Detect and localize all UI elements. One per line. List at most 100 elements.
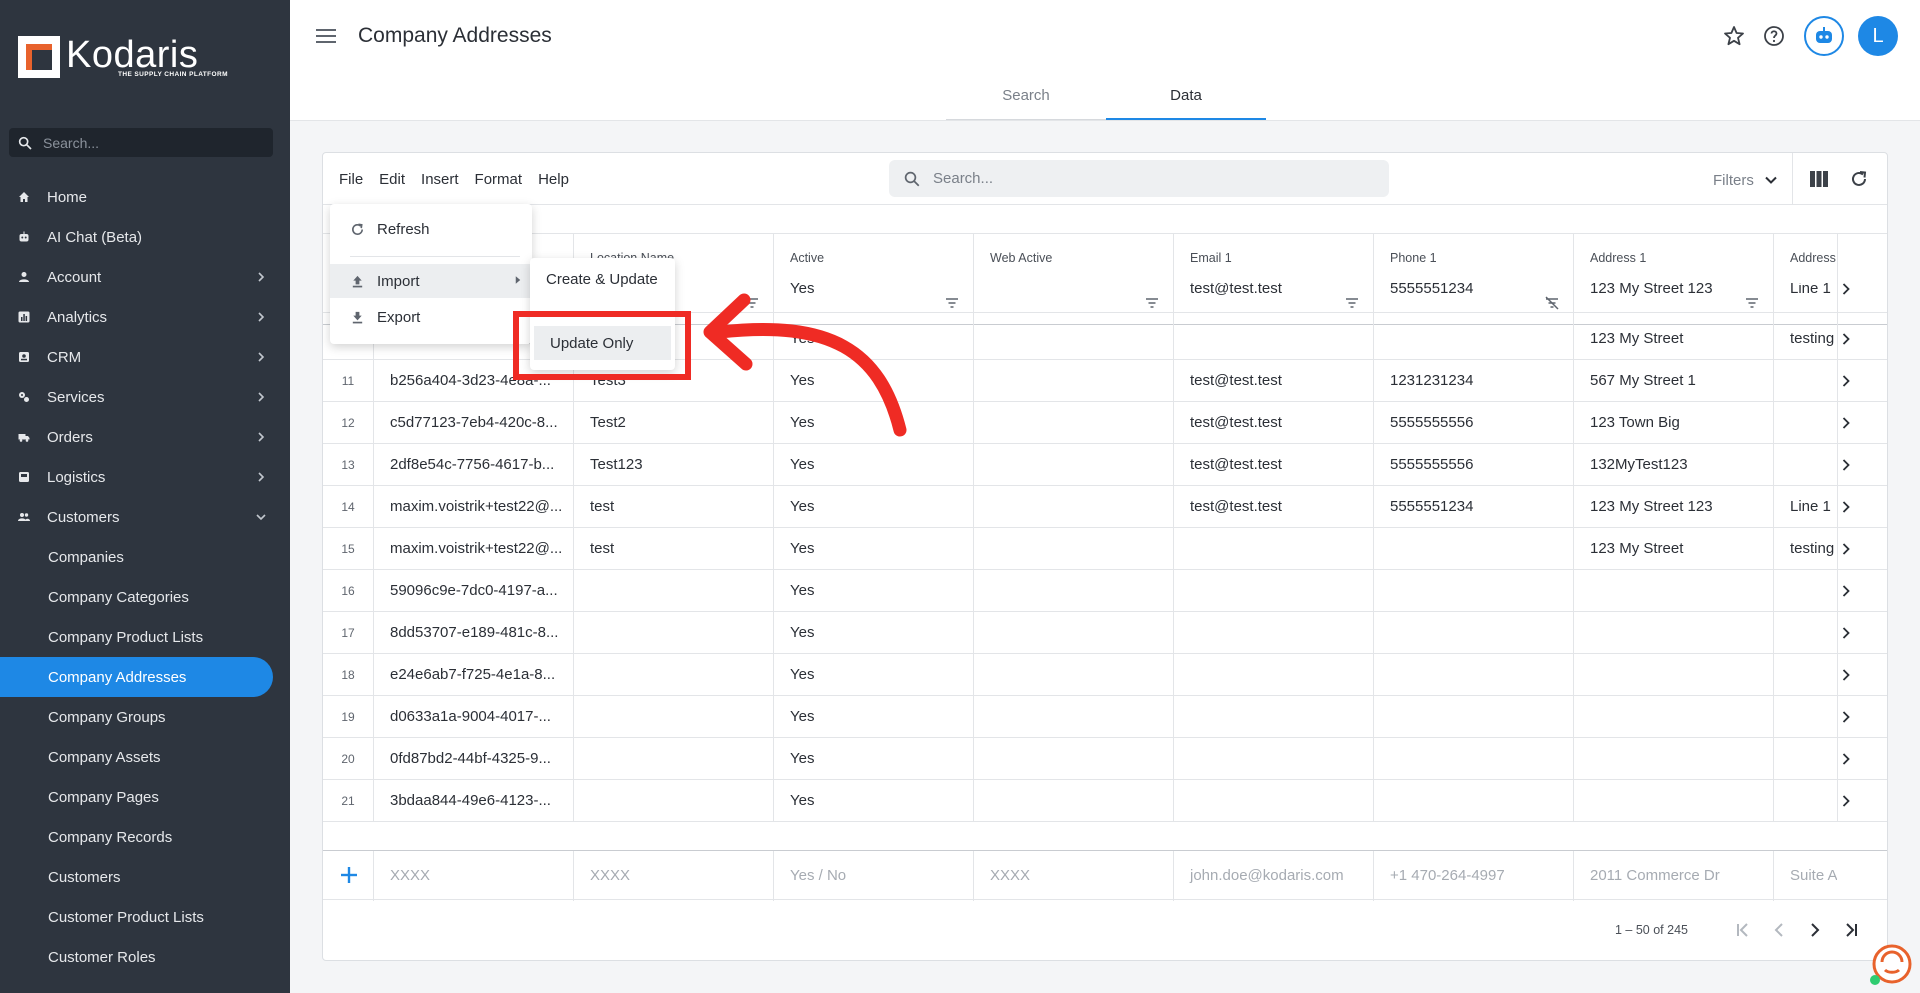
- cell-location[interactable]: Test123: [573, 444, 773, 486]
- cell-location[interactable]: [573, 654, 773, 696]
- refresh-icon[interactable]: [1849, 169, 1869, 189]
- cell-id[interactable]: maxim.voistrik+test22@...: [373, 528, 573, 570]
- hamburger-menu-icon[interactable]: [316, 28, 336, 44]
- chevron-right-icon[interactable]: [1839, 500, 1853, 514]
- cell-web[interactable]: [973, 360, 1173, 402]
- sidebar-item-crm[interactable]: CRM: [0, 337, 290, 377]
- cell-address1[interactable]: [1573, 780, 1773, 822]
- kodaris-logo[interactable]: Kodaris THE SUPPLY CHAIN PLATFORM: [18, 36, 228, 78]
- cell-address1[interactable]: [1573, 738, 1773, 780]
- cell-address2[interactable]: [1773, 570, 1837, 612]
- user-avatar[interactable]: L: [1858, 16, 1898, 56]
- cell-active[interactable]: Yes: [773, 738, 973, 780]
- add-row-field[interactable]: +1 470-264-4997: [1373, 851, 1573, 901]
- cell-active[interactable]: Yes: [773, 612, 973, 654]
- cell-address1[interactable]: [1573, 570, 1773, 612]
- cell-email[interactable]: test@test.test: [1173, 283, 1373, 310]
- chevron-right-icon[interactable]: [1839, 710, 1853, 724]
- cell-location[interactable]: [573, 696, 773, 738]
- table-row[interactable]: 19 d0633a1a-9004-4017-... Yes: [323, 696, 1887, 738]
- cell-address1[interactable]: 123 My Street: [1573, 318, 1773, 360]
- chevron-right-icon[interactable]: [1839, 332, 1853, 346]
- next-page-icon[interactable]: [1805, 920, 1825, 940]
- table-row[interactable]: 15 maxim.voistrik+test22@... test Yes 123 My…: [323, 528, 1887, 570]
- ai-assistant-button[interactable]: [1804, 16, 1844, 56]
- cell-address2[interactable]: testing: [1773, 528, 1837, 570]
- cell-phone[interactable]: [1373, 780, 1573, 822]
- cell-address2[interactable]: [1773, 444, 1837, 486]
- table-row[interactable]: 18 e24e6ab7-f725-4e1a-8... Yes: [323, 654, 1887, 696]
- cell-phone[interactable]: [1373, 612, 1573, 654]
- chevron-right-icon[interactable]: [1839, 542, 1853, 556]
- import-create-and-update[interactable]: Create & Update: [530, 262, 675, 296]
- sidebar-subitem-company-pages[interactable]: Company Pages: [0, 777, 290, 817]
- file-menu-export[interactable]: Export: [330, 300, 532, 334]
- add-row-field[interactable]: Suite A: [1773, 851, 1837, 901]
- cell-email[interactable]: [1173, 780, 1373, 822]
- menu-file[interactable]: File: [339, 171, 363, 188]
- cell-address2[interactable]: [1773, 780, 1837, 822]
- cell-address1[interactable]: 567 My Street 1: [1573, 360, 1773, 402]
- sidebar-search[interactable]: [9, 128, 273, 157]
- cell-web[interactable]: [973, 318, 1173, 360]
- cell-phone[interactable]: 1231231234: [1373, 360, 1573, 402]
- cell-phone[interactable]: 5555555556: [1373, 402, 1573, 444]
- cell-web[interactable]: [973, 738, 1173, 780]
- cell-address1[interactable]: 123 My Street 123: [1573, 283, 1773, 310]
- table-row[interactable]: 13 2df8e54c-7756-4617-b... Test123 Yes test@…: [323, 444, 1887, 486]
- cell-web[interactable]: [973, 486, 1173, 528]
- cell-web[interactable]: [973, 444, 1173, 486]
- sidebar-item-analytics[interactable]: Analytics: [0, 297, 290, 337]
- filters-dropdown[interactable]: Filters: [1713, 171, 1780, 189]
- sidebar-item-home[interactable]: Home: [0, 177, 290, 217]
- cell-phone[interactable]: [1373, 654, 1573, 696]
- add-row-field[interactable]: john.doe@kodaris.com: [1173, 851, 1373, 901]
- cell-id[interactable]: 3bdaa844-49e6-4123-...: [373, 780, 573, 822]
- cell-id[interactable]: e24e6ab7-f725-4e1a-8...: [373, 654, 573, 696]
- sidebar-subitem-company-groups[interactable]: Company Groups: [0, 697, 290, 737]
- cell-id[interactable]: d0633a1a-9004-4017-...: [373, 696, 573, 738]
- cell-location[interactable]: test: [573, 528, 773, 570]
- chevron-right-icon[interactable]: [1839, 283, 1853, 296]
- sidebar-subitem-companies[interactable]: Companies: [0, 537, 290, 577]
- cell-id[interactable]: 59096c9e-7dc0-4197-a...: [373, 570, 573, 612]
- cell-address1[interactable]: 123 My Street 123: [1573, 486, 1773, 528]
- sidebar-subitem-company-product-lists[interactable]: Company Product Lists: [0, 617, 290, 657]
- add-row-field[interactable]: XXXX: [573, 851, 773, 901]
- cell-email[interactable]: [1173, 528, 1373, 570]
- cell-active[interactable]: Yes: [773, 780, 973, 822]
- cell-active[interactable]: Yes: [773, 486, 973, 528]
- cell-address1[interactable]: 123 Town Big: [1573, 402, 1773, 444]
- table-row[interactable]: 12 c5d77123-7eb4-420c-8... Test2 Yes test@te…: [323, 402, 1887, 444]
- cell-email[interactable]: test@test.test: [1173, 402, 1373, 444]
- cell-phone[interactable]: [1373, 738, 1573, 780]
- cell-address2[interactable]: [1773, 654, 1837, 696]
- cell-web[interactable]: [973, 654, 1173, 696]
- sidebar-subitem-customer-product-lists[interactable]: Customer Product Lists: [0, 897, 290, 937]
- cell-id[interactable]: 0fd87bd2-44bf-4325-9...: [373, 738, 573, 780]
- cell-location[interactable]: [573, 570, 773, 612]
- cell-location[interactable]: [573, 780, 773, 822]
- cell-address2[interactable]: [1773, 612, 1837, 654]
- cell-address1[interactable]: [1573, 654, 1773, 696]
- chevron-right-icon[interactable]: [1839, 794, 1853, 808]
- sidebar-subitem-company-categories[interactable]: Company Categories: [0, 577, 290, 617]
- sidebar-item-logistics[interactable]: Logistics: [0, 457, 290, 497]
- cell-address1[interactable]: 123 My Street: [1573, 528, 1773, 570]
- sidebar-item-account[interactable]: Account: [0, 257, 290, 297]
- sidebar-subitem-company-addresses[interactable]: Company Addresses: [0, 657, 273, 697]
- table-row[interactable]: 16 59096c9e-7dc0-4197-a... Yes: [323, 570, 1887, 612]
- tab-data[interactable]: Data: [1106, 82, 1266, 120]
- sidebar-subitem-customer-roles[interactable]: Customer Roles: [0, 937, 290, 977]
- cell-phone[interactable]: 5555555556: [1373, 444, 1573, 486]
- last-page-icon[interactable]: [1841, 920, 1861, 940]
- add-row-field[interactable]: XXXX: [973, 851, 1173, 901]
- cell-id[interactable]: 8dd53707-e189-481c-8...: [373, 612, 573, 654]
- cell-phone[interactable]: [1373, 528, 1573, 570]
- sidebar-search-input[interactable]: [43, 134, 263, 151]
- cell-web[interactable]: [973, 402, 1173, 444]
- grid-search[interactable]: [889, 160, 1389, 197]
- cell-address1[interactable]: [1573, 612, 1773, 654]
- table-row[interactable]: 20 0fd87bd2-44bf-4325-9... Yes: [323, 738, 1887, 780]
- first-page-icon[interactable]: [1733, 920, 1753, 940]
